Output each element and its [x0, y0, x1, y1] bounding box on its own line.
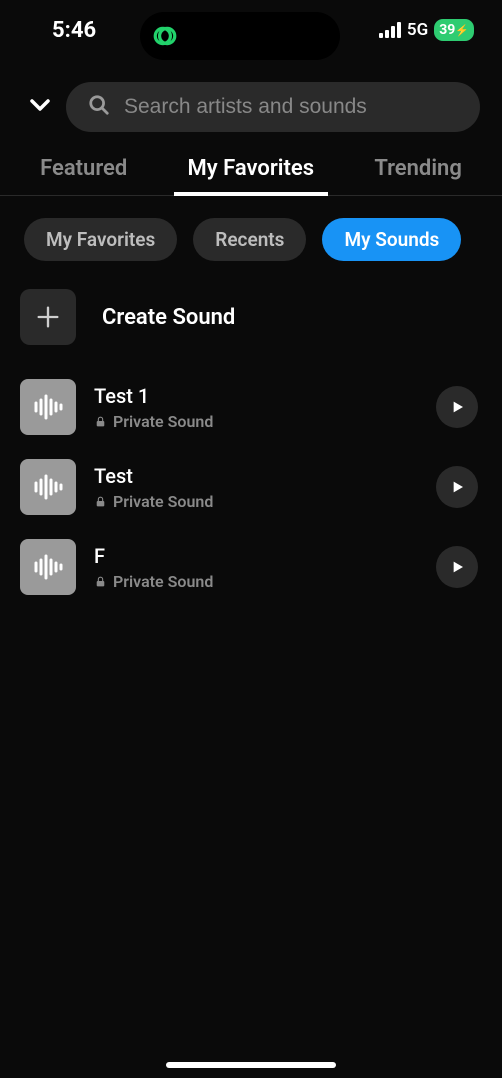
lock-icon	[94, 415, 107, 428]
sound-thumbnail	[20, 459, 76, 515]
sound-title: Test 1	[94, 384, 418, 408]
create-sound-row[interactable]: Create Sound	[0, 275, 502, 357]
sound-thumbnail	[20, 539, 76, 595]
sound-subtitle: Private Sound	[94, 412, 418, 431]
sound-subtitle-text: Private Sound	[113, 412, 213, 431]
sound-item[interactable]: Test 1 Private Sound	[20, 367, 490, 447]
sound-subtitle-text: Private Sound	[113, 492, 213, 511]
battery-level: 39	[439, 22, 455, 38]
search-bar[interactable]	[66, 82, 480, 132]
sound-info: F Private Sound	[94, 544, 418, 591]
collapse-chevron-down-icon[interactable]	[28, 93, 52, 121]
play-button[interactable]	[436, 546, 478, 588]
status-time: 5:46	[52, 18, 96, 43]
home-indicator[interactable]	[166, 1062, 336, 1068]
top-tabs: Featured My Favorites Trending	[0, 146, 502, 196]
search-icon	[88, 94, 110, 120]
sound-thumbnail	[20, 379, 76, 435]
waveform-icon	[30, 549, 66, 585]
create-sound-button[interactable]	[20, 289, 76, 345]
filter-my-favorites[interactable]: My Favorites	[24, 218, 177, 261]
sound-subtitle: Private Sound	[94, 492, 418, 511]
sound-subtitle-text: Private Sound	[113, 572, 213, 591]
signal-bars-icon	[379, 22, 401, 38]
tab-featured[interactable]: Featured	[32, 146, 135, 195]
status-right-group: 5G 39⚡	[379, 19, 474, 41]
status-bar: 5:46 5G 39⚡	[0, 0, 502, 60]
battery-badge: 39⚡	[434, 19, 474, 41]
play-button[interactable]	[436, 466, 478, 508]
sound-item[interactable]: Test Private Sound	[20, 447, 490, 527]
play-button[interactable]	[436, 386, 478, 428]
tab-trending[interactable]: Trending	[366, 146, 470, 195]
sound-item[interactable]: F Private Sound	[20, 527, 490, 607]
sound-title: Test	[94, 464, 418, 488]
search-row	[0, 60, 502, 146]
filter-my-sounds[interactable]: My Sounds	[322, 218, 461, 261]
waveform-icon	[30, 389, 66, 425]
charging-bolt-icon: ⚡	[455, 24, 469, 37]
sound-list: Test 1 Private Sound	[0, 357, 502, 607]
network-label: 5G	[407, 20, 428, 40]
sound-info: Test Private Sound	[94, 464, 418, 511]
play-icon	[449, 479, 465, 495]
dynamic-island	[140, 12, 340, 60]
play-icon	[449, 559, 465, 575]
tab-my-favorites[interactable]: My Favorites	[180, 146, 323, 195]
create-sound-label: Create Sound	[102, 305, 235, 330]
sound-subtitle: Private Sound	[94, 572, 418, 591]
filter-row: My Favorites Recents My Sounds	[0, 196, 502, 275]
snapchat-swirl-icon	[152, 23, 178, 49]
sound-title: F	[94, 544, 418, 568]
waveform-icon	[30, 469, 66, 505]
lock-icon	[94, 575, 107, 588]
search-input[interactable]	[124, 95, 458, 119]
sound-info: Test 1 Private Sound	[94, 384, 418, 431]
plus-icon	[34, 303, 62, 331]
play-icon	[449, 399, 465, 415]
lock-icon	[94, 495, 107, 508]
filter-recents[interactable]: Recents	[193, 218, 306, 261]
